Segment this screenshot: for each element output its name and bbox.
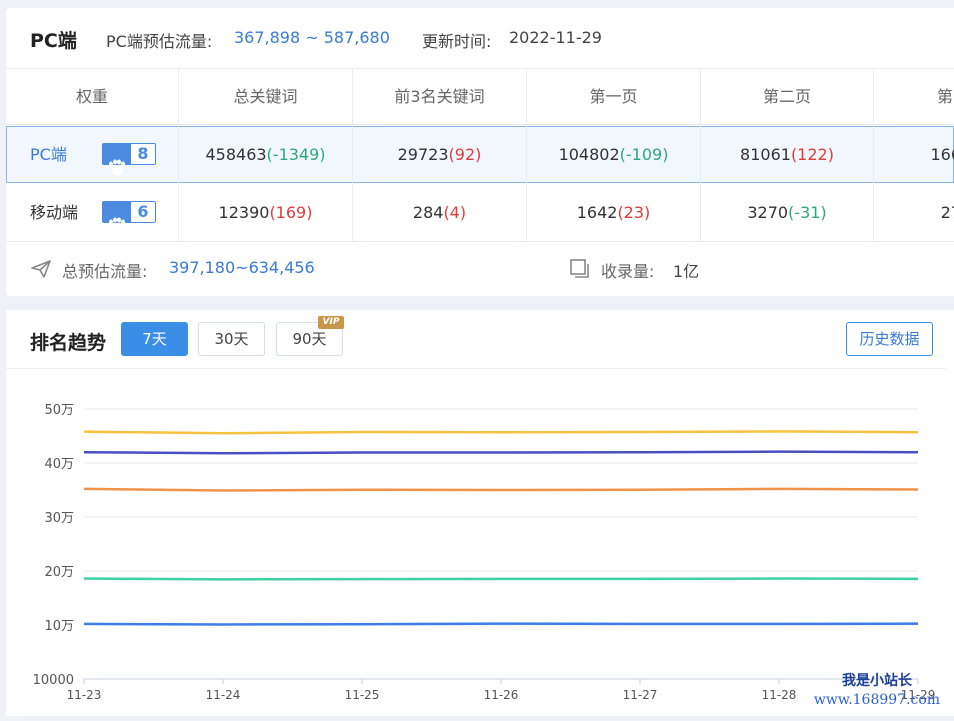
series-line: [83, 430, 919, 435]
baidu-weight-badge: 6: [102, 201, 156, 234]
overview-header: PC端 PC端预估流量: 367,898 ~ 587,680 更新时间: 202…: [6, 8, 954, 69]
range-30d-button[interactable]: 30天: [198, 322, 265, 356]
watermark-line1: 我是小站长: [842, 673, 912, 689]
index-count-value: 1亿: [673, 262, 700, 281]
series-line: [83, 577, 919, 581]
y-tick-label: 10万: [44, 619, 74, 634]
cell-delta: (-31): [788, 203, 827, 222]
x-tick-label: 11-27: [623, 688, 658, 702]
header-page-two: 第二页: [701, 68, 874, 125]
series-line: [83, 450, 919, 455]
pc-flow-value: 367,898 ~ 587,680: [234, 28, 390, 47]
watermark-line2: www.168997.com: [813, 692, 941, 708]
ranking-trend-card: 排名趋势 7天 30天 90天 VIP 历史数据 10000 10万 20万 30万 4…: [6, 310, 954, 716]
series-line: [83, 487, 919, 492]
cell-value: 29723: [397, 145, 449, 164]
baidu-paw-icon: [103, 202, 131, 234]
send-icon: [30, 259, 52, 283]
cell-delta: (4): [443, 203, 467, 222]
baidu-paw-icon: [103, 144, 131, 176]
index-icon: [569, 258, 591, 282]
y-tick-label: 10000: [33, 673, 74, 688]
y-tick-label: 30万: [44, 511, 74, 526]
cell-value: 1642: [576, 203, 618, 222]
row-label: PC端: [30, 145, 67, 164]
row-label-cell: PC端 8: [6, 126, 179, 183]
x-tick-label: 11-24: [206, 688, 241, 702]
cell: 29723(92): [353, 126, 527, 183]
cell-value: 12390: [218, 203, 270, 222]
baidu-weight-badge: 8: [102, 143, 156, 176]
cell-delta: (23): [617, 203, 651, 222]
cell: 1642(23): [527, 184, 701, 241]
cell-value: 3270: [747, 203, 789, 222]
update-time-label: 更新时间:: [422, 32, 492, 51]
cell-value: 284: [412, 203, 444, 222]
trend-title: 排名趋势: [30, 332, 107, 354]
cell: 166117: [874, 126, 954, 183]
index-count-label: 收录量:: [601, 262, 655, 281]
cell-delta: (-109): [619, 145, 669, 164]
y-tick-label: 50万: [44, 403, 74, 418]
weight-number: 8: [137, 144, 149, 163]
overview-footer: 总预估流量: 397,180~634,456 收录量: 1亿: [6, 242, 954, 296]
x-tick-label: 11-23: [67, 688, 102, 702]
cell: 3270(-31): [701, 184, 874, 241]
x-tick-label: 11-28: [762, 688, 797, 702]
cell-value: 166117: [930, 145, 954, 164]
table-row-mobile[interactable]: 移动端 6 12390(169) 284(4) 1642(23) 3270(-3…: [6, 184, 954, 242]
total-flow-label: 总预估流量:: [62, 262, 148, 281]
row-label-cell: 移动端 6: [6, 184, 179, 241]
pc-flow-label: PC端预估流量:: [106, 32, 213, 51]
cell-value: 2755: [940, 203, 954, 222]
vip-badge: VIP: [318, 316, 344, 329]
update-time-value: 2022-11-29: [509, 28, 602, 47]
table-row-pc[interactable]: PC端 8 458463(-1349) 29723(92) 104802(-10…: [6, 126, 954, 183]
cell-delta: (169): [269, 203, 313, 222]
header-page-one: 第一页: [527, 68, 701, 125]
trend-chart-svg: 10000 10万 20万 30万 40万 50万 11-23 11-24 11-25 11-26…: [33, 403, 936, 702]
trend-chart: 10000 10万 20万 30万 40万 50万 11-23 11-24 11-25 11-26…: [6, 368, 946, 717]
header-weight: 权重: [6, 68, 179, 125]
range-7d-button[interactable]: 7天: [121, 322, 188, 356]
table-header-row: 权重 总关键词 前3名关键词 第一页 第二页 第三页: [6, 68, 954, 125]
header-total-keywords: 总关键词: [179, 68, 353, 125]
cell: 458463(-1349): [179, 126, 353, 183]
header-page-three: 第三页: [936, 87, 954, 106]
weight-number: 6: [137, 202, 149, 221]
history-data-button[interactable]: 历史数据: [846, 322, 933, 356]
cell: 104802(-109): [527, 126, 701, 183]
cell: 12390(169): [179, 184, 353, 241]
total-flow-value: 397,180~634,456: [169, 258, 315, 277]
cell-delta: (122): [790, 145, 834, 164]
cell-delta: (92): [448, 145, 482, 164]
series-line: [83, 622, 919, 626]
watermark: 我是小站长 www.168997.com: [802, 670, 952, 708]
cell: 284(4): [353, 184, 527, 241]
cell-value: 81061: [740, 145, 791, 164]
cell-delta: (-1349): [266, 145, 326, 164]
cell-value: 458463: [205, 145, 267, 164]
cell: 81061(122): [701, 126, 874, 183]
cell-value: 104802: [558, 145, 620, 164]
overview-card: PC端 PC端预估流量: 367,898 ~ 587,680 更新时间: 202…: [6, 8, 954, 296]
y-tick-label: 40万: [44, 457, 74, 472]
cell: 2755: [874, 184, 954, 241]
y-tick-label: 20万: [44, 565, 74, 580]
header-top3-keywords: 前3名关键词: [353, 68, 527, 125]
overview-title: PC端: [30, 30, 77, 52]
row-label: 移动端: [30, 203, 79, 222]
x-tick-label: 11-26: [484, 688, 519, 702]
x-tick-label: 11-25: [345, 688, 380, 702]
